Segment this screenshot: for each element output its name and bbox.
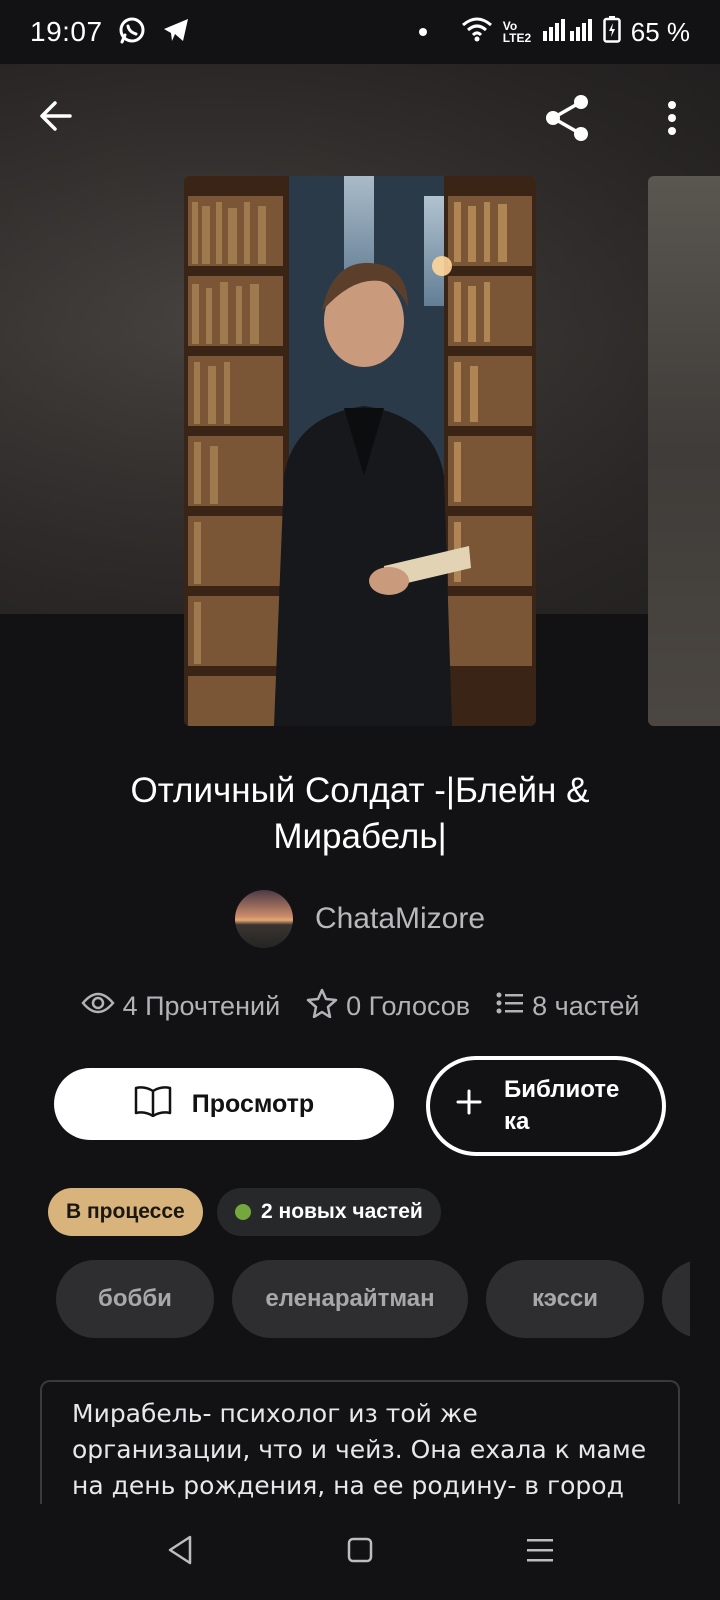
author-row[interactable]: ChataMizore (0, 890, 720, 948)
share-icon (543, 93, 593, 148)
telegram-icon (161, 15, 191, 50)
tag-chip[interactable]: бобби (56, 1260, 214, 1338)
book-open-icon (134, 1085, 172, 1124)
more-vertical-icon (666, 100, 678, 141)
reads-stat: 4 Прочтений (80, 991, 281, 1022)
battery-icon (602, 15, 621, 50)
share-button[interactable] (540, 92, 596, 148)
more-options-button[interactable] (650, 92, 694, 148)
author-name: ChataMizore (314, 902, 486, 935)
cover-illustration (184, 176, 536, 726)
book-cover[interactable] (184, 176, 536, 726)
star-icon (306, 988, 338, 1025)
nav-home-button[interactable] (340, 1532, 380, 1572)
book-title: Отличный Солдат -|Блейн & Мирабель| (130, 771, 590, 856)
tag-chip[interactable]: еленарайтман (232, 1260, 468, 1338)
book-stats: 4 Прочтений 0 Голосов 8 частей (0, 988, 720, 1025)
tag-chip[interactable]: кэсси (486, 1260, 644, 1338)
signal-icon (542, 17, 593, 48)
plus-icon (456, 1089, 482, 1124)
parts-count: 8 частей (532, 991, 640, 1021)
status-bar: 19:07 Vo LTE2 65 % (0, 0, 720, 64)
eye-icon (80, 991, 115, 1022)
menu-icon (526, 1537, 554, 1568)
whatsapp-icon (117, 15, 147, 50)
read-button-label: Просмотр (191, 1089, 315, 1118)
nav-recents-button[interactable] (520, 1532, 560, 1572)
next-book-cover[interactable] (648, 176, 720, 726)
status-badge: В процессе (48, 1188, 203, 1236)
list-icon (496, 991, 524, 1022)
volte-label: Vo LTE2 (502, 19, 532, 45)
triangle-back-icon (166, 1534, 194, 1571)
tag-chip[interactable] (662, 1260, 690, 1338)
notification-dot (418, 28, 427, 36)
parts-stat: 8 частей (496, 991, 639, 1022)
system-nav-bar (0, 1504, 720, 1600)
new-indicator-dot (235, 1204, 251, 1220)
book-description[interactable]: Мирабель- психолог из той же организации… (40, 1380, 680, 1504)
new-parts-label: 2 новых частей (261, 1200, 423, 1223)
reads-count: 4 Прочтений (122, 991, 281, 1021)
battery-percent: 65 % (630, 16, 690, 47)
wifi-icon (461, 16, 493, 49)
new-parts-badge: 2 новых частей (217, 1188, 441, 1236)
votes-count: 0 Голосов (346, 991, 471, 1021)
status-time: 19:07 (30, 16, 103, 47)
square-home-icon (347, 1537, 373, 1568)
tags-row: бобби еленарайтман кэсси (56, 1260, 690, 1338)
read-button[interactable]: Просмотр (54, 1068, 394, 1140)
back-button[interactable] (30, 92, 82, 144)
arrow-left-icon (38, 98, 74, 139)
library-button-label: Библиоте ка (504, 1076, 620, 1135)
votes-stat: 0 Голосов (306, 988, 470, 1025)
add-to-library-button[interactable]: Библиоте ка (426, 1056, 666, 1156)
author-avatar (234, 890, 293, 948)
nav-back-button[interactable] (160, 1532, 200, 1572)
